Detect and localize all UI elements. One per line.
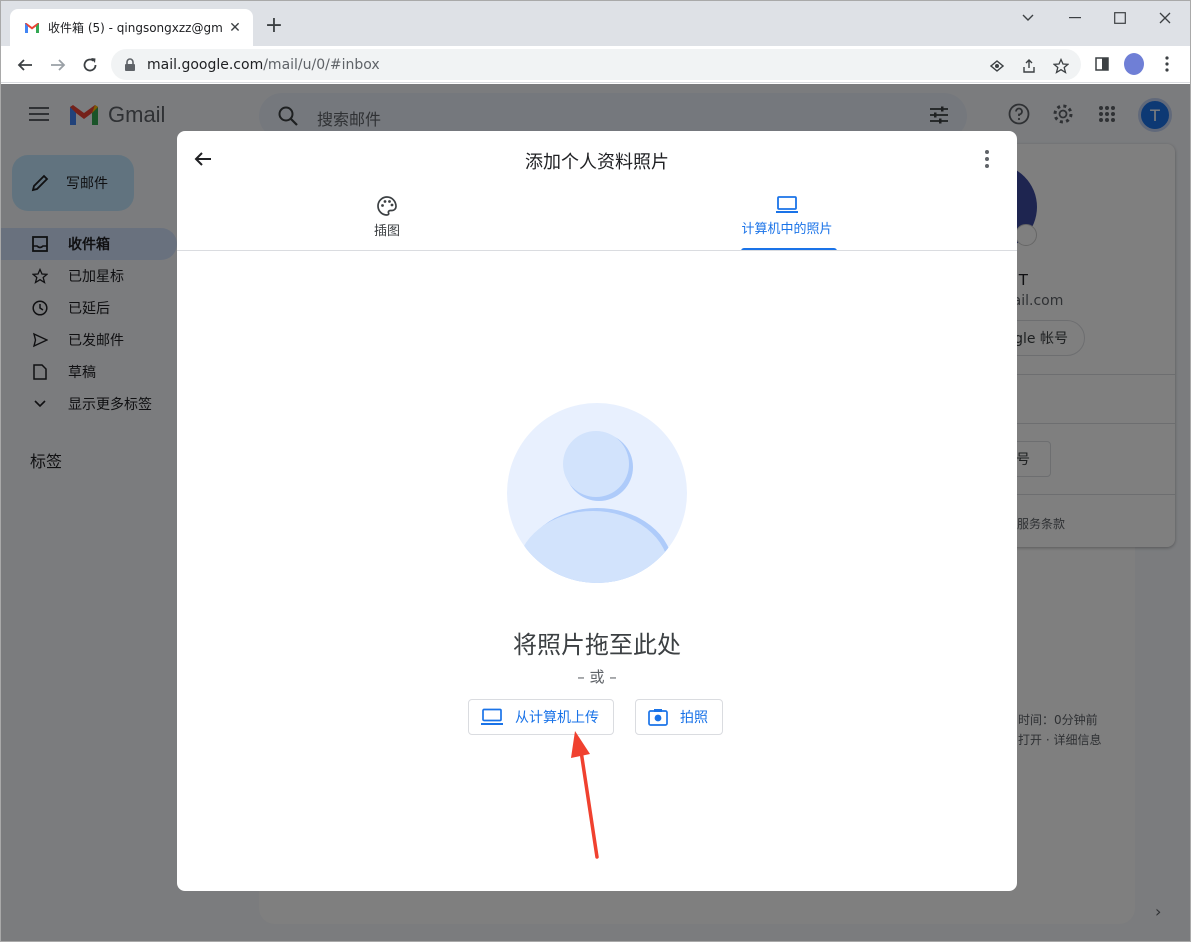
share-icon[interactable]: [1020, 57, 1038, 75]
tab-search-icon[interactable]: [1014, 7, 1042, 29]
profile-avatar: [1124, 53, 1144, 75]
upload-button-label: 从计算机上传: [515, 710, 599, 726]
maximize-button[interactable]: [1106, 7, 1134, 29]
back-button[interactable]: [13, 53, 37, 77]
browser-tab[interactable]: 收件箱 (5) - qingsongxzz@gmail.com ✕: [10, 9, 253, 46]
url-host: mail.google.com: [147, 56, 264, 73]
browser-toolbar: mail.google.com/mail/u/0/#inbox: [1, 46, 1190, 83]
annotation-arrow-icon: [571, 731, 599, 859]
dialog-title: 添加个人资料照片: [525, 152, 669, 173]
default-avatar-placeholder: [507, 403, 687, 583]
bookmark-star-icon[interactable]: [1052, 57, 1070, 75]
browser-window: 收件箱 (5) - qingsongxzz@gmail.com ✕ + ma: [0, 0, 1191, 942]
gmail-favicon-icon: [25, 22, 39, 33]
new-tab-button[interactable]: +: [263, 15, 285, 37]
url-path: /mail/u/0/#inbox: [263, 56, 380, 73]
tab-computer-photos[interactable]: 计算机中的照片: [577, 195, 997, 251]
tab-illustrations[interactable]: 插图: [177, 195, 597, 251]
forward-button[interactable]: [46, 53, 70, 77]
reload-button[interactable]: [78, 53, 102, 77]
address-bar[interactable]: mail.google.com/mail/u/0/#inbox: [111, 49, 1081, 80]
laptop-icon: [481, 708, 503, 726]
photo-button-label: 拍照: [680, 710, 708, 726]
minimize-button[interactable]: [1061, 7, 1089, 29]
browser-menu-icon[interactable]: [1157, 54, 1177, 74]
camera-icon: [648, 708, 668, 726]
tabs-divider: [177, 250, 1017, 251]
palette-icon: [177, 195, 597, 217]
laptop-icon: [577, 195, 997, 215]
tab-strip: 收件箱 (5) - qingsongxzz@gmail.com ✕ +: [1, 1, 1190, 46]
close-window-button[interactable]: [1151, 7, 1179, 29]
lock-icon: [125, 57, 135, 71]
profile-button[interactable]: [1124, 53, 1144, 75]
eye-icon[interactable]: [988, 57, 1006, 75]
tab-label: 插图: [373, 224, 400, 239]
side-panel-icon[interactable]: [1092, 54, 1112, 74]
tab-label: 计算机中的照片: [741, 222, 833, 237]
drop-zone-title: 将照片拖至此处: [513, 631, 681, 659]
tab-close-icon[interactable]: ✕: [227, 20, 243, 36]
or-separator: – 或 –: [577, 668, 617, 686]
take-photo-button[interactable]: 拍照: [635, 699, 723, 735]
tab-title: 收件箱 (5) - qingsongxzz@gmail.com: [48, 21, 223, 35]
more-vert-icon[interactable]: [975, 147, 999, 171]
